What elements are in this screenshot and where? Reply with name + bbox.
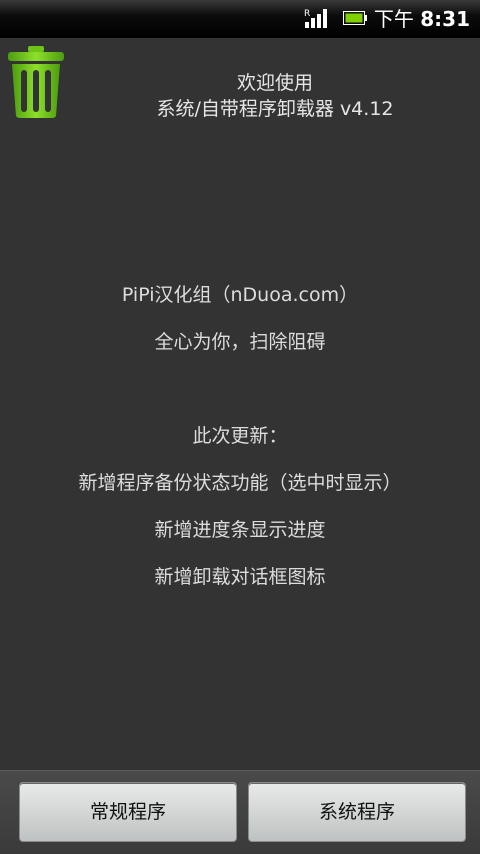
battery-icon (343, 11, 367, 25)
bottom-bar: 常规程序 系统程序 (0, 770, 480, 854)
status-time-prefix: 下午 (373, 7, 414, 31)
credit-text: PiPi汉化组（nDuoa.com） (121, 284, 359, 306)
update-title: 此次更新： (192, 425, 288, 447)
status-bar: R 下午 8:31 (0, 0, 480, 38)
status-time-value: 8:31 (420, 7, 470, 31)
svg-text:R: R (304, 9, 310, 19)
update-item: 新增程序备份状态功能（选中时显示） (78, 472, 402, 494)
screen: R 下午 8:31 欢迎使用 系统/自带程序卸载器 v4.12 PiPi汉化组（… (0, 0, 480, 854)
normal-apps-button[interactable]: 常规程序 (19, 782, 237, 842)
update-item: 新增卸载对话框图标 (154, 566, 326, 588)
app-title: 系统/自带程序卸载器 v4.12 (156, 98, 394, 120)
slogan-text: 全心为你，扫除阻碍 (154, 331, 326, 353)
update-item: 新增进度条显示进度 (154, 519, 326, 541)
trash-can-icon (8, 46, 64, 118)
signal-bars-icon: R (304, 9, 327, 28)
status-time: 下午 8:31 (374, 6, 470, 32)
system-apps-button[interactable]: 系统程序 (248, 782, 466, 842)
app-header: 欢迎使用 系统/自带程序卸载器 v4.12 (100, 70, 450, 122)
welcome-text: 欢迎使用 (236, 72, 313, 94)
